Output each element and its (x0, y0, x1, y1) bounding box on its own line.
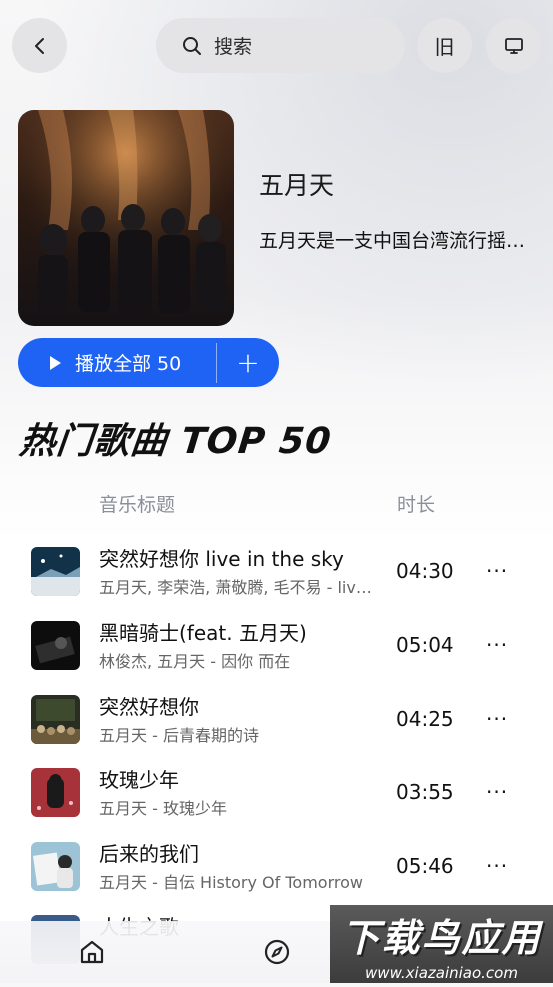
song-duration: 04:25 (396, 707, 454, 731)
song-row[interactable]: 突然好想你 五月天 - 后青春期的诗 04:25 ··· (0, 695, 553, 767)
old-version-label: 旧 (434, 35, 455, 59)
home-icon (80, 940, 104, 964)
song-thumbnail (31, 695, 80, 744)
artist-description[interactable]: 五月天是一支中国台湾流行摇滚乐团 (259, 226, 529, 253)
song-title: 突然好想你 (99, 695, 199, 719)
song-subtitle: 林俊杰, 五月天 - 因你 而在 (99, 652, 291, 671)
watermark-url: www.xiazainiao.com (365, 963, 518, 982)
column-header-duration: 时长 (397, 494, 436, 516)
song-duration: 05:04 (396, 633, 454, 657)
monitor-icon (504, 37, 523, 54)
song-title: 后来的我们 (99, 842, 199, 866)
song-duration: 03:55 (396, 780, 454, 804)
artist-name: 五月天 (259, 171, 335, 200)
cast-screen-button[interactable] (486, 18, 541, 73)
more-options-button[interactable]: ··· (486, 780, 508, 804)
song-row[interactable]: 玫瑰少年 五月天 - 玫瑰少年 03:55 ··· (0, 768, 553, 840)
nav-home[interactable] (78, 938, 106, 970)
section-title: 热门歌曲 TOP 50 (17, 421, 334, 462)
song-duration: 05:46 (396, 854, 454, 878)
play-icon (50, 355, 61, 370)
play-all-button[interactable]: 播放全部 50 (18, 338, 216, 387)
song-title: 黑暗骑士(feat. 五月天) (99, 621, 307, 645)
song-thumbnail (31, 768, 80, 817)
more-options-button[interactable]: ··· (486, 707, 508, 731)
song-title: 玫瑰少年 (99, 768, 179, 792)
old-version-button[interactable]: 旧 (417, 18, 472, 73)
watermark-logo: 下载鸟应用 www.xiazainiao.com (330, 905, 553, 983)
song-thumbnail (31, 547, 80, 596)
back-button[interactable] (12, 18, 67, 73)
song-title: 突然好想你 live in the sky (99, 547, 344, 571)
song-row[interactable]: 黑暗骑士(feat. 五月天) 林俊杰, 五月天 - 因你 而在 05:04 ·… (0, 621, 553, 693)
search-placeholder: 搜索 (214, 36, 253, 58)
chevron-left-icon (34, 37, 44, 54)
song-row[interactable]: 突然好想你 live in the sky 五月天, 李荣浩, 萧敬腾, 毛不易… (0, 547, 553, 619)
search-icon (180, 34, 204, 58)
watermark-main-text: 下载鸟应用 (341, 915, 542, 960)
song-subtitle: 五月天 - 后青春期的诗 (99, 726, 259, 745)
nav-explore[interactable] (263, 938, 291, 970)
song-thumbnail (31, 621, 80, 670)
play-all-label: 播放全部 50 (75, 353, 182, 375)
song-subtitle: 五月天 - 自伝 History Of Tomorrow (99, 873, 363, 892)
song-row[interactable]: 后来的我们 五月天 - 自伝 History Of Tomorrow 05:46… (0, 842, 553, 914)
more-options-button[interactable]: ··· (486, 559, 508, 583)
plus-icon: + (236, 346, 260, 379)
compass-icon (264, 939, 290, 965)
song-subtitle: 五月天, 李荣浩, 萧敬腾, 毛不易 - live in the sky (99, 578, 377, 597)
add-to-playlist-button[interactable]: + (217, 346, 279, 379)
column-header-title: 音乐标题 (99, 494, 176, 516)
song-thumbnail (31, 842, 80, 891)
top-bar: 搜索 旧 (0, 0, 553, 92)
more-options-button[interactable]: ··· (486, 633, 508, 657)
play-all-group: 播放全部 50 + (18, 338, 279, 387)
more-options-button[interactable]: ··· (486, 854, 508, 878)
song-duration: 04:30 (396, 559, 454, 583)
song-subtitle: 五月天 - 玫瑰少年 (99, 799, 227, 818)
artist-cover-image (18, 110, 234, 326)
search-bar[interactable]: 搜索 (156, 18, 405, 73)
